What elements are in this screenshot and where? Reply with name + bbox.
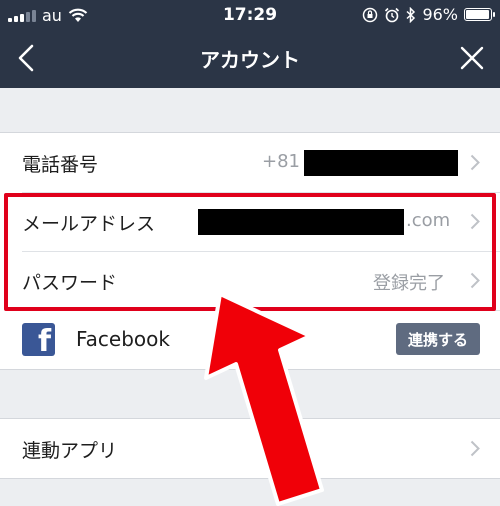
linked-apps-label: 連動アプリ: [22, 440, 118, 462]
chevron-right-icon: [470, 154, 480, 171]
top-bar: au 17:29 96% アカウント: [0, 0, 500, 88]
link-facebook-button[interactable]: 連携する: [396, 323, 480, 355]
chevron-right-icon: [470, 440, 480, 457]
orientation-lock-icon: [363, 7, 378, 22]
nav-bar: アカウント: [0, 30, 500, 88]
facebook-label: Facebook: [76, 327, 170, 351]
bluetooth-icon: [406, 6, 416, 23]
page-title: アカウント: [200, 48, 300, 72]
facebook-icon: f: [22, 323, 55, 356]
status-bar: au 17:29 96%: [0, 0, 500, 30]
close-icon[interactable]: [454, 40, 490, 76]
phone-number-row[interactable]: 電話番号 +81: [0, 133, 500, 192]
phone-number-prefix: +81: [262, 151, 300, 172]
battery-icon: [464, 8, 495, 21]
pointer-arrow-icon: [204, 292, 324, 506]
phone-number-label: 電話番号: [22, 154, 99, 176]
status-right: 96%: [362, 5, 495, 24]
redacted-phone-number: [304, 150, 458, 176]
battery-percent: 96%: [422, 5, 458, 24]
alarm-icon: [385, 7, 400, 22]
